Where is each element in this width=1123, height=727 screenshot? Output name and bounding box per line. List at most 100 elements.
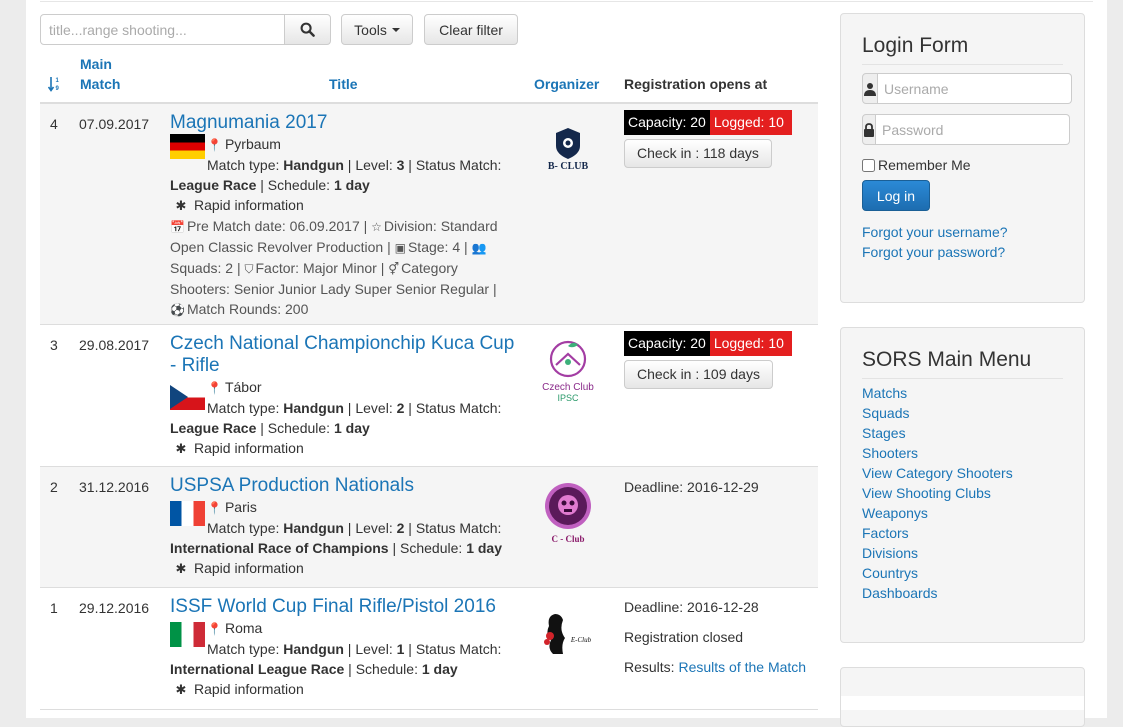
menu-item-dashboards[interactable]: Dashboards [862,585,938,601]
menu-title: SORS Main Menu [862,348,1032,371]
results-link[interactable]: Results of the Match [678,659,806,675]
search-input[interactable] [40,14,286,45]
squads-count: Squads: 2 | [170,260,241,276]
logged-badge: Logged: 10 [709,110,792,135]
status-label: Status Match: [415,157,502,173]
main-match-header[interactable]: Main Match [80,54,120,94]
rapid-information-toggle[interactable]: ✱ Rapid information [170,195,515,216]
menu-item-factors[interactable]: Factors [862,525,909,541]
rapid-information-toggle[interactable]: ✱ Rapid information [170,438,515,459]
row-number: 1 [50,600,58,616]
match-details: 📍 Roma Match type: Handgun | Level: 1 | S… [207,620,502,657]
match-title-link[interactable]: Czech National Championchip Kuca Cup - R… [170,333,515,377]
menu-item-stages[interactable]: Stages [862,425,906,441]
level: 1 [396,641,405,657]
check-in-button[interactable]: Check in : 109 days [624,360,773,389]
remember-me-label: Remember Me [878,157,971,173]
registration-info: Capacity: 20 Logged: 10 Check in : 118 d… [624,110,814,168]
match-type-label: Match type: [207,520,280,536]
row-number: 3 [50,337,58,353]
match-rounds: Match Rounds: 200 [186,301,309,317]
organizer-name-line2: IPSC [557,393,579,403]
pre-match-date: Pre Match date: 06.09.2017 | [186,218,368,234]
level-label: Level: [355,157,393,173]
login-button[interactable]: Log in [862,180,930,211]
organizer-logo[interactable]: E-Club [520,610,615,659]
registration-info: Deadline: 2016-12-29 [624,477,814,497]
tools-dropdown-button[interactable]: Tools [341,14,413,45]
forgot-password-link[interactable]: Forgot your password? [862,242,1005,262]
location: Roma [224,620,263,636]
organizer-logo[interactable]: C - Club [520,481,615,550]
organizer-name: C - Club [551,534,584,544]
gear-icon: ✱ [175,198,187,213]
capacity-bar: Capacity: 20 Logged: 10 [624,331,814,356]
map-marker-icon: 📍 [207,381,222,395]
match-details: 📍 Paris Match type: Handgun | Level: 2 | … [207,499,502,536]
menu-item-divisions[interactable]: Divisions [862,545,918,561]
schedule-label: Schedule: [267,420,331,436]
main-match-date: 29.12.2016 [79,600,150,616]
rapid-information-toggle[interactable]: ✱ Rapid information [170,679,515,700]
remember-me[interactable]: Remember Me [862,157,971,173]
additional-panel [840,667,1085,727]
match-type: Handgun [283,520,344,536]
menu-item-shooting-clubs[interactable]: View Shooting Clubs [862,485,991,501]
remember-me-checkbox[interactable] [862,158,875,172]
title-header[interactable]: Title [329,74,358,94]
menu-item-squads[interactable]: Squads [862,405,909,421]
menu-item-weaponys[interactable]: Weaponys [862,505,928,521]
clear-filter-button[interactable]: Clear filter [424,14,518,45]
menu-item-category-shooters[interactable]: View Category Shooters [862,465,1013,481]
organizer-logo[interactable]: Czech Club IPSC [520,337,615,412]
username-field[interactable] [878,73,1072,104]
match-info: USPSA Production Nationals 📍 Paris Match … [170,475,515,579]
organizer-name-line1: Czech Club [542,382,594,393]
password-field[interactable] [876,114,1070,145]
star-icon: ☆ [371,220,382,234]
organizer-logo[interactable]: B- CLUB [520,126,615,175]
match-title-link[interactable]: Magnumania 2017 [170,112,515,134]
organizer-header[interactable]: Organizer [534,74,599,94]
match-title-link[interactable]: USPSA Production Nationals [170,475,515,497]
main-match-header-line2: Match [80,76,121,92]
match-details: 📍 Pyrbaum Match type: Handgun | Level: 3 … [207,136,502,173]
factor: Factor: Major Minor | [255,260,385,276]
forgot-username-link[interactable]: Forgot your username? [862,222,1008,242]
gender-icon: ⚥ [388,262,400,276]
match-info: Magnumania 2017 📍 Pyrbaum Match type: Han… [170,112,515,320]
sort-numeric-icon[interactable]: 19 [47,76,62,94]
match-title-link[interactable]: ISSF World Cup Final Rifle/Pistol 2016 [170,596,515,618]
search-button[interactable] [284,14,331,45]
match-info: Czech National Championchip Kuca Cup - R… [170,333,515,459]
organizer-name: E-Club [569,636,591,644]
level-label: Level: [355,400,393,416]
login-panel: Login Form Remember Me Log in Forgot you… [840,13,1085,303]
match-details: 📍 Tábor Match type: Handgun | Level: 2 | … [207,379,502,416]
france-flag-icon [170,501,205,526]
menu-item-shooters[interactable]: Shooters [862,445,918,461]
divider [862,64,1063,65]
gear-icon: ✱ [175,561,187,576]
level-label: Level: [355,520,393,536]
map-marker-icon: 📍 [207,501,222,515]
menu-item-matchs[interactable]: Matchs [862,385,907,401]
rapid-information-toggle[interactable]: ✱ Rapid information [170,558,515,579]
status-match: League Race [170,420,257,436]
level-label: Level: [355,641,393,657]
password-group [862,114,1070,145]
table-row: 4 07.09.2017 Magnumania 2017 📍 Pyrbaum Ma… [40,104,818,325]
deadline: Deadline: 2016-12-28 [624,599,759,615]
menu-item-countrys[interactable]: Countrys [862,565,918,581]
lock-icon [862,114,876,145]
registration-info: Capacity: 20 Logged: 10 Check in : 109 d… [624,331,814,389]
rapid-information-label: Rapid information [194,681,304,697]
registration-info: Deadline: 2016-12-28 Registration closed… [624,597,814,677]
capacity-badge: Capacity: 20 [624,110,710,135]
stage-count: Stage: 4 | [407,239,468,255]
schedule-label: Schedule: [400,540,463,556]
rapid-information-label: Rapid information [194,197,304,213]
check-in-button[interactable]: Check in : 118 days [624,139,772,168]
search-icon [300,22,315,37]
shield-icon: ⛉ [244,262,254,276]
